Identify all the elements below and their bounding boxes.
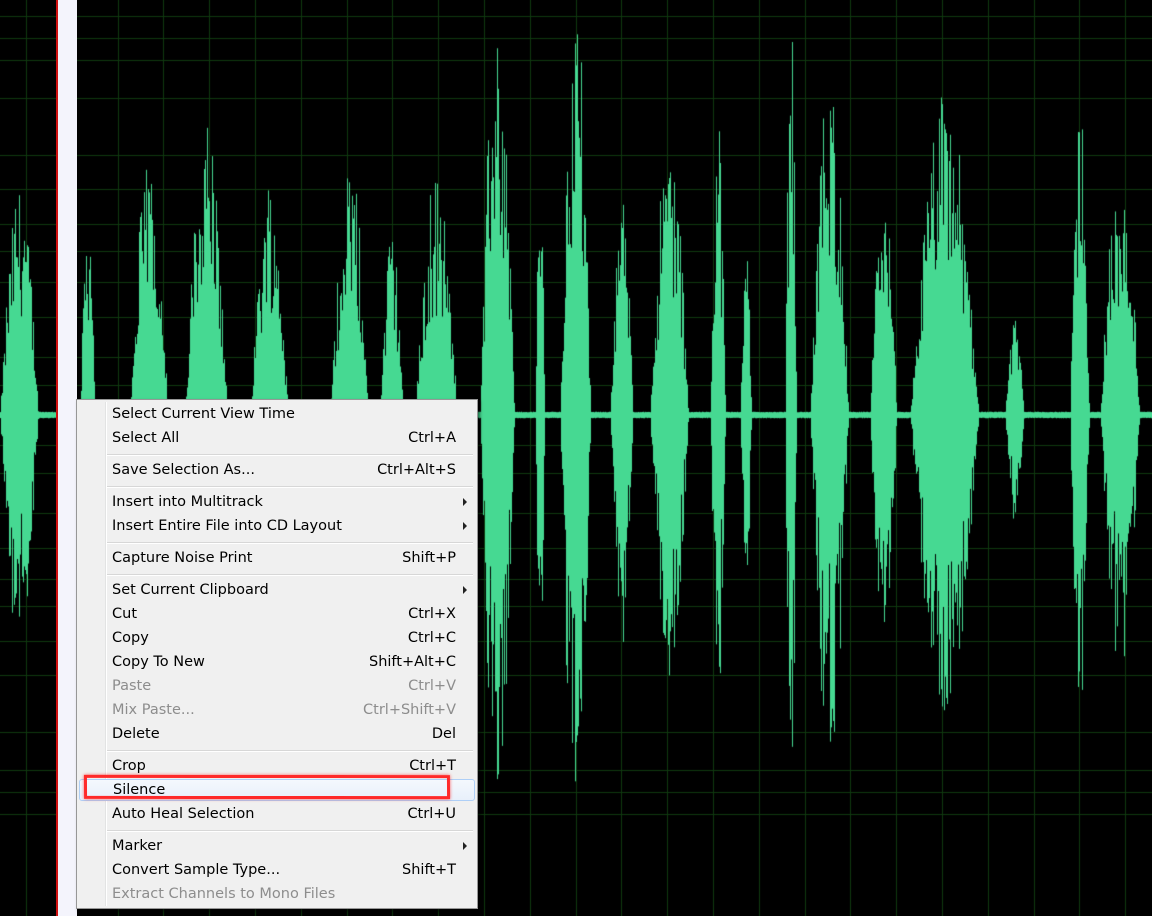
- menu-separator: [107, 542, 473, 544]
- menu-item-label: Insert Entire File into CD Layout: [112, 518, 342, 534]
- menu-item-label: Select Current View Time: [112, 406, 295, 422]
- menu-item-label: Crop: [112, 758, 146, 774]
- menu-item-label: Save Selection As...: [112, 462, 255, 478]
- menu-item-extract-channels-to-mono-files[interactable]: Extract Channels to Mono Files: [79, 883, 475, 905]
- menu-separator: [107, 750, 473, 752]
- menu-item-capture-noise-print[interactable]: Capture Noise Print Shift+P: [79, 547, 475, 569]
- menu-item-shortcut: Ctrl+T: [409, 758, 456, 774]
- menu-separator: [107, 574, 473, 576]
- menu-item-paste[interactable]: Paste Ctrl+V: [79, 675, 475, 697]
- menu-item-label: Marker: [112, 838, 163, 854]
- menu-item-shortcut: Shift+P: [402, 550, 456, 566]
- menu-item-label: Auto Heal Selection: [112, 806, 255, 822]
- menu-item-shortcut: Ctrl+U: [407, 806, 456, 822]
- menu-item-label: Set Current Clipboard: [112, 582, 269, 598]
- menu-item-label: Paste: [112, 678, 152, 694]
- menu-item-label: Cut: [112, 606, 137, 622]
- menu-item-shortcut: Shift+T: [402, 862, 456, 878]
- menu-item-label: Select All: [112, 430, 180, 446]
- menu-item-shortcut: Ctrl+A: [408, 430, 456, 446]
- menu-item-insert-into-multitrack[interactable]: Insert into Multitrack: [79, 491, 475, 513]
- menu-item-convert-sample-type[interactable]: Convert Sample Type... Shift+T: [79, 859, 475, 881]
- menu-item-label: Mix Paste...: [112, 702, 195, 718]
- menu-item-auto-heal-selection[interactable]: Auto Heal Selection Ctrl+U: [79, 803, 475, 825]
- menu-item-label: Convert Sample Type...: [112, 862, 281, 878]
- menu-item-marker[interactable]: Marker: [79, 835, 475, 857]
- menu-item-select-all[interactable]: Select All Ctrl+A: [79, 427, 475, 449]
- menu-item-shortcut: Shift+Alt+C: [368, 654, 456, 670]
- menu-item-cut[interactable]: Cut Ctrl+X: [79, 603, 475, 625]
- submenu-arrow-icon: [463, 842, 467, 850]
- menu-separator: [107, 830, 473, 832]
- menu-separator: [107, 486, 473, 488]
- menu-item-copy-to-new[interactable]: Copy To New Shift+Alt+C: [79, 651, 475, 673]
- submenu-arrow-icon: [463, 522, 467, 530]
- menu-item-set-current-clipboard[interactable]: Set Current Clipboard: [79, 579, 475, 601]
- submenu-arrow-icon: [463, 586, 467, 594]
- menu-item-label: Insert into Multitrack: [112, 494, 263, 510]
- menu-item-select-current-view-time[interactable]: Select Current View Time: [79, 403, 475, 425]
- menu-item-save-selection-as[interactable]: Save Selection As... Ctrl+Alt+S: [79, 459, 475, 481]
- menu-item-shortcut: Ctrl+X: [408, 606, 456, 622]
- selection-region[interactable]: [56, 0, 77, 916]
- menu-item-label: Delete: [112, 726, 160, 742]
- menu-item-label: Copy: [112, 630, 149, 646]
- menu-item-crop[interactable]: Crop Ctrl+T: [79, 755, 475, 777]
- menu-item-insert-entire-file-into-cd-layout[interactable]: Insert Entire File into CD Layout: [79, 515, 475, 537]
- menu-item-shortcut: Ctrl+C: [407, 630, 456, 646]
- menu-item-silence[interactable]: Silence: [79, 779, 475, 801]
- menu-item-label: Extract Channels to Mono Files: [112, 886, 336, 902]
- menu-item-label: Copy To New: [112, 654, 205, 670]
- menu-item-label: Capture Noise Print: [112, 550, 253, 566]
- menu-item-delete[interactable]: Delete Del: [79, 723, 475, 745]
- menu-item-mix-paste[interactable]: Mix Paste... Ctrl+Shift+V: [79, 699, 475, 721]
- context-menu: Select Current View Time Select All Ctrl+A…: [76, 399, 478, 909]
- menu-item-label: Silence: [113, 782, 166, 798]
- menu-item-shortcut: Ctrl+Shift+V: [363, 702, 456, 718]
- submenu-arrow-icon: [463, 498, 467, 506]
- menu-item-shortcut: Ctrl+V: [408, 678, 456, 694]
- menu-separator: [107, 454, 473, 456]
- menu-item-copy[interactable]: Copy Ctrl+C: [79, 627, 475, 649]
- menu-item-shortcut: Ctrl+Alt+S: [377, 462, 456, 478]
- menu-item-shortcut: Del: [431, 726, 456, 742]
